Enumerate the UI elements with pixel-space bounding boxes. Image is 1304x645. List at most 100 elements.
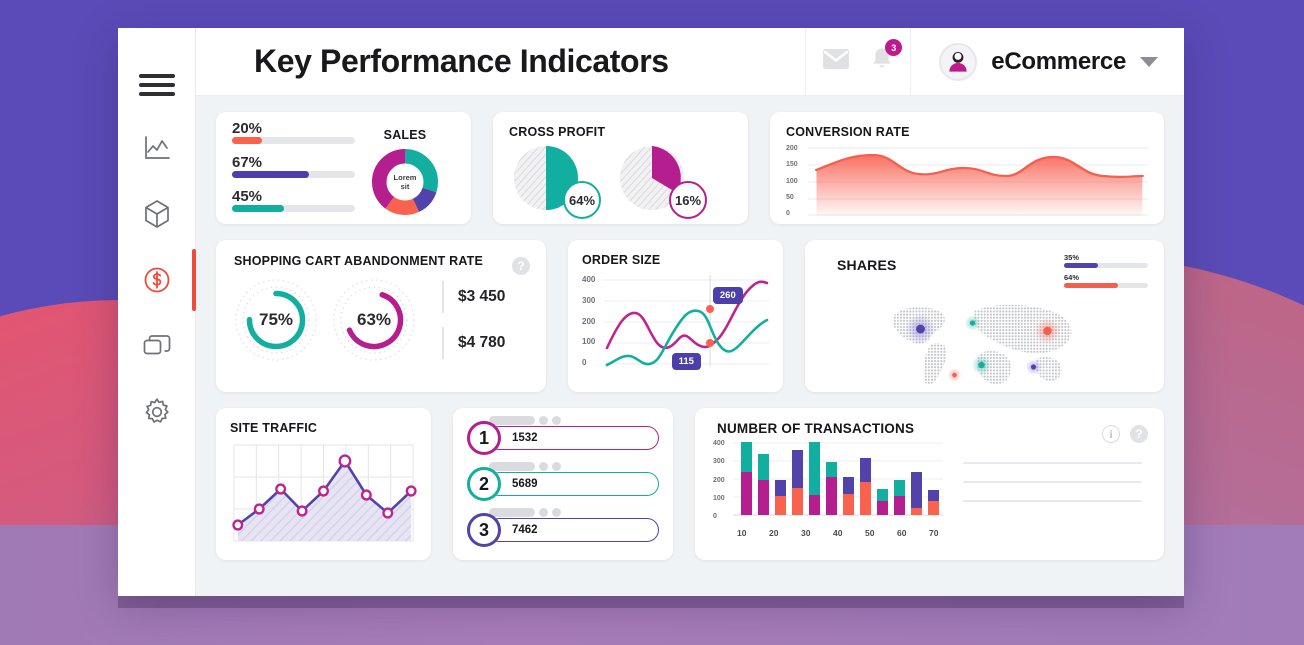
layers-icon bbox=[142, 333, 172, 359]
y-tick: 150 bbox=[786, 161, 798, 169]
y-tick: 400 bbox=[582, 275, 596, 284]
shares-header: SHARES 35% 64% bbox=[821, 253, 1148, 293]
card-title: SITE TRAFFIC bbox=[230, 421, 318, 435]
y-tick: 0 bbox=[582, 358, 587, 367]
rank-number: 1 bbox=[467, 421, 501, 455]
progress-track bbox=[232, 204, 355, 212]
gauge-63: 63% bbox=[332, 278, 416, 362]
box-icon bbox=[143, 199, 171, 229]
x-tick: 40 bbox=[833, 528, 843, 538]
notification-badge: 3 bbox=[885, 39, 903, 56]
rank-placeholder bbox=[489, 416, 561, 425]
shares-bar-item: 35% bbox=[1064, 253, 1148, 268]
dashboard-window: Key Performance Indicators 3 eCommerce 2… bbox=[118, 27, 1184, 596]
gauge-group: 75% 63% $3 450 $4 780 bbox=[234, 278, 528, 362]
card-title: NUMBER OF TRANSACTIONS bbox=[717, 421, 915, 436]
rank-placeholder bbox=[489, 508, 561, 517]
app-header: Key Performance Indicators 3 eCommerce bbox=[196, 27, 1184, 96]
sidebar-item-products[interactable] bbox=[118, 196, 195, 232]
dollar-circle-icon bbox=[143, 266, 171, 294]
y-tick: 400 bbox=[713, 440, 725, 447]
placeholder-dot bbox=[552, 462, 561, 471]
amount-value: $3 450 bbox=[442, 281, 505, 313]
sidebar-item-cards[interactable] bbox=[118, 328, 195, 364]
progress-track bbox=[1064, 283, 1148, 288]
user-menu[interactable]: eCommerce bbox=[911, 42, 1184, 81]
bell-icon[interactable]: 3 bbox=[871, 39, 903, 76]
traffic-chart bbox=[232, 444, 417, 542]
donut-label-line1: Lorem bbox=[393, 172, 417, 182]
donut-label-line2: sit bbox=[400, 182, 410, 191]
progress-fill bbox=[232, 204, 284, 212]
progress-track bbox=[1064, 263, 1148, 268]
help-circle-icon[interactable]: ? bbox=[1130, 425, 1148, 443]
y-tick: 200 bbox=[582, 316, 596, 326]
x-tick: 10 bbox=[737, 528, 747, 538]
card-title: SHARES bbox=[837, 257, 897, 273]
sidebar-item-revenue[interactable] bbox=[118, 249, 196, 311]
dashboard-row-3: SITE TRAFFIC 1 1532 2 5689 3 7462 NUMBER… bbox=[216, 408, 1164, 560]
divider-line bbox=[963, 480, 1142, 483]
rank-item-3[interactable]: 3 7462 bbox=[467, 508, 659, 547]
progress-track bbox=[232, 136, 355, 144]
x-axis: 10 20 30 40 50 60 70 bbox=[713, 528, 943, 538]
gauge-value: 63% bbox=[356, 310, 392, 329]
x-tick: 20 bbox=[769, 528, 779, 538]
rank-value: 7462 bbox=[487, 518, 659, 542]
tooltip-260: 260 bbox=[712, 287, 743, 304]
sidebar-item-settings[interactable] bbox=[118, 394, 195, 430]
info-circle-icon[interactable]: i bbox=[1102, 425, 1120, 443]
card-ranking: 1 1532 2 5689 3 7462 bbox=[453, 408, 673, 560]
hamburger-menu-icon[interactable] bbox=[138, 74, 175, 96]
avatar bbox=[939, 42, 978, 81]
x-tick: 30 bbox=[801, 528, 811, 538]
placeholder-dot bbox=[539, 462, 548, 471]
y-tick: 50 bbox=[786, 193, 794, 201]
card-sales: 20% 67% 45% SALES Lorem sit bbox=[216, 112, 471, 224]
y-tick: 200 bbox=[786, 145, 798, 152]
y-tick: 100 bbox=[713, 494, 725, 502]
x-tick: 70 bbox=[929, 528, 939, 538]
dashboard-row-1: 20% 67% 45% SALES Lorem sit CROSS PROFIT… bbox=[216, 112, 1164, 224]
sales-bar-value: 45% bbox=[232, 187, 263, 205]
y-axis: 400 300 200 100 0 bbox=[582, 275, 604, 375]
placeholder-dot bbox=[539, 508, 548, 517]
tooltip-115: 115 bbox=[671, 353, 701, 370]
placeholder-bar bbox=[489, 462, 535, 471]
progress-track bbox=[232, 170, 355, 178]
card-order-size: ORDER SIZE 400 300 200 100 0 260 115 bbox=[568, 240, 783, 392]
help-circle-icon[interactable]: ? bbox=[512, 257, 530, 275]
card-shares: SHARES 35% 64% bbox=[805, 240, 1164, 392]
sidebar-item-analytics[interactable] bbox=[118, 130, 195, 166]
mail-icon[interactable] bbox=[823, 49, 850, 74]
pie-value-badge: 64% bbox=[563, 181, 601, 219]
y-tick: 0 bbox=[713, 513, 717, 520]
chevron-down-icon[interactable] bbox=[1140, 56, 1158, 67]
card-title: CROSS PROFIT bbox=[509, 125, 606, 139]
placeholder-bar bbox=[489, 508, 535, 517]
card-transactions: NUMBER OF TRANSACTIONS i ? 400 300 200 1… bbox=[695, 408, 1164, 560]
pie-value-badge: 16% bbox=[669, 181, 707, 219]
world-map-svg bbox=[892, 304, 1072, 385]
progress-fill bbox=[232, 136, 262, 144]
y-tick: 100 bbox=[582, 337, 596, 347]
rank-item-1[interactable]: 1 1532 bbox=[467, 416, 659, 455]
donut-chart: Lorem sit bbox=[371, 148, 439, 216]
pie-chart-2: 16% bbox=[619, 145, 707, 219]
sidebar bbox=[118, 28, 196, 596]
y-tick: 100 bbox=[786, 177, 798, 185]
pie-chart-1: 64% bbox=[513, 145, 601, 219]
line-chart: 400 300 200 100 0 260 115 bbox=[582, 275, 769, 375]
card-site-traffic: SITE TRAFFIC bbox=[216, 408, 431, 560]
rank-placeholder bbox=[489, 462, 561, 471]
rank-item-2[interactable]: 2 5689 bbox=[467, 462, 659, 501]
shares-bar-item: 64% bbox=[1064, 273, 1148, 288]
shares-bar-list: 35% 64% bbox=[1064, 253, 1148, 293]
y-axis: 400 300 200 100 0 bbox=[713, 440, 733, 528]
gear-icon bbox=[142, 397, 172, 427]
user-name: eCommerce bbox=[991, 47, 1126, 75]
transactions-legend-lines bbox=[953, 436, 1146, 544]
sidebar-nav bbox=[118, 130, 196, 430]
x-tick: 50 bbox=[865, 528, 875, 538]
y-tick: 200 bbox=[713, 476, 725, 484]
